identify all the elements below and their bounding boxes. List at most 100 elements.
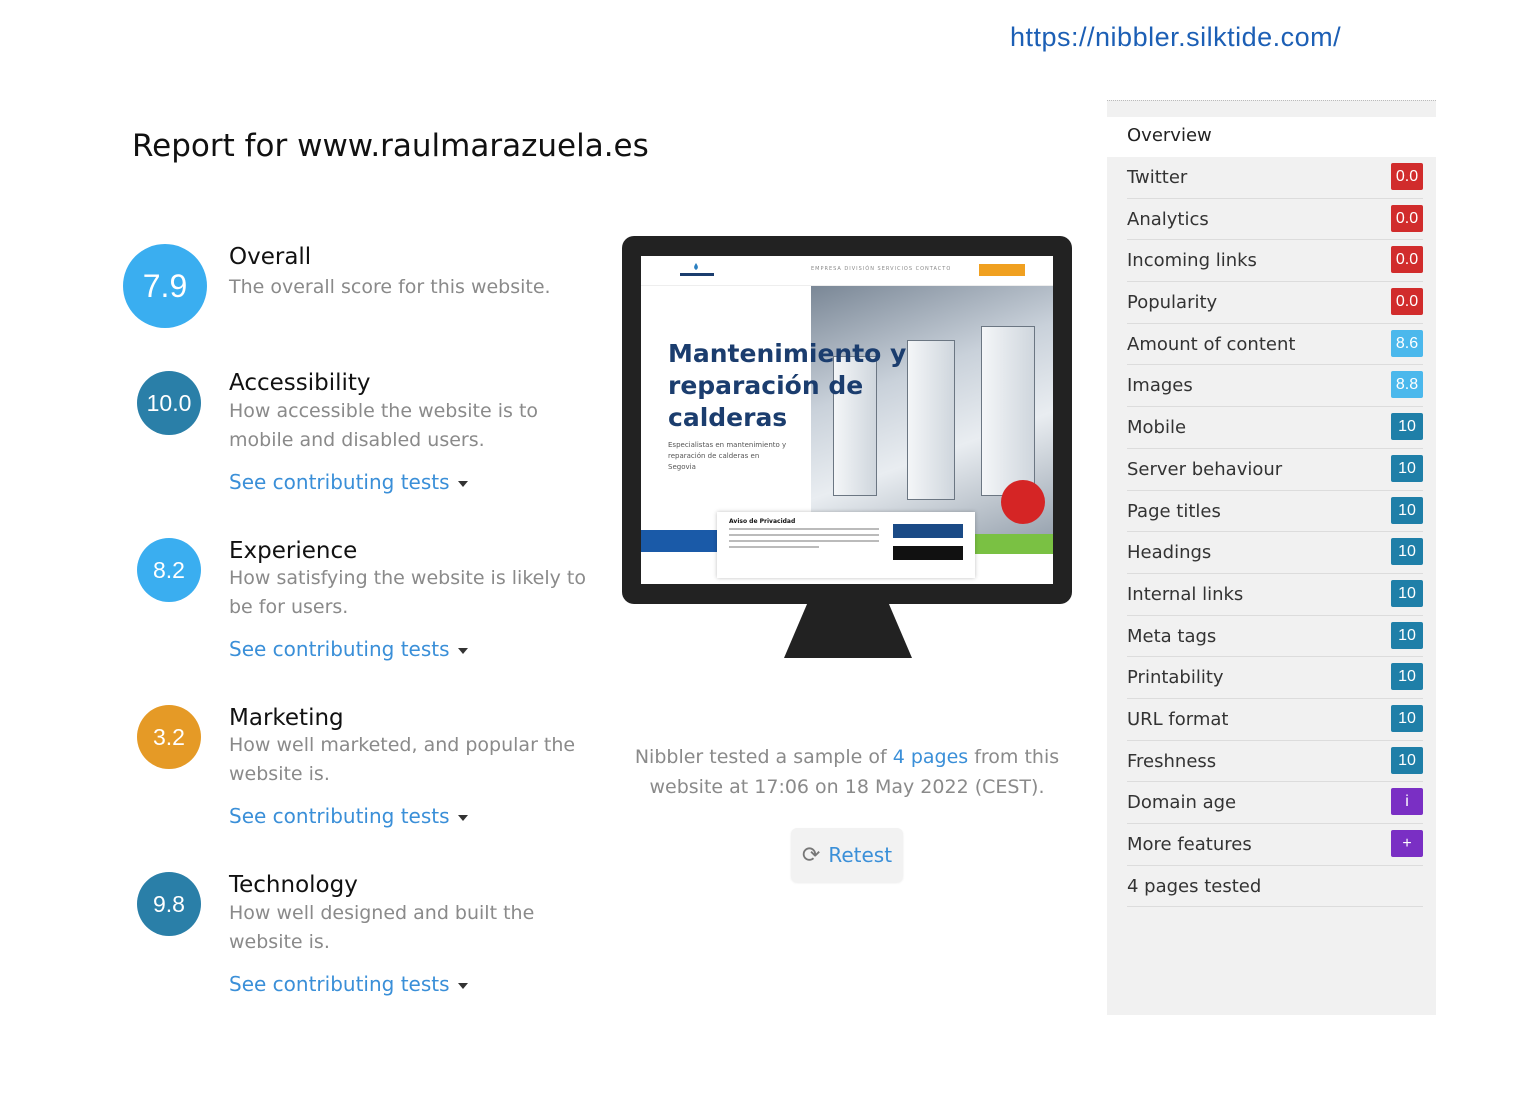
preview-cookie-accept	[893, 524, 963, 538]
caret-down-icon	[457, 647, 468, 654]
retest-label: Retest	[828, 843, 893, 867]
sidebar-item-page-titles[interactable]: Page titles 10	[1127, 491, 1423, 533]
marketing-title: Marketing	[229, 705, 344, 731]
technology-description: How well designed and built the website …	[229, 902, 535, 953]
preview-cookie-text	[729, 528, 879, 552]
sidebar-item-4-pages-tested[interactable]: 4 pages tested	[1127, 866, 1423, 908]
sidebar-item-more-features[interactable]: More features +	[1127, 824, 1423, 866]
technology-contributing-link[interactable]: See contributing tests	[229, 972, 468, 996]
sidebar-item-label: Images	[1127, 375, 1193, 397]
sidebar-item-label: Incoming links	[1127, 250, 1257, 272]
score-badge: 0.0	[1391, 204, 1423, 232]
preview-blue-band	[641, 530, 721, 552]
sidebar-item-internal-links[interactable]: Internal links 10	[1127, 574, 1423, 616]
score-badge: 10	[1391, 663, 1423, 691]
sidebar-item-incoming-links[interactable]: Incoming links 0.0	[1127, 240, 1423, 283]
technology-title: Technology	[229, 872, 358, 898]
nibbler-url-link[interactable]: https://nibbler.silktide.com/	[1010, 22, 1341, 53]
preview-cookie-title: Aviso de Privacidad	[729, 518, 796, 525]
experience-description: How satisfying the website is likely to …	[229, 567, 586, 618]
refresh-icon: ⟳	[801, 842, 821, 868]
caret-down-icon	[457, 982, 468, 989]
report-sidebar: Overview Twitter 0.0 Analytics 0.0 Incoming …	[1107, 100, 1436, 1015]
score-badge: 8.8	[1391, 371, 1423, 399]
sidebar-item-meta-tags[interactable]: Meta tags 10	[1127, 616, 1423, 658]
sidebar-item-twitter[interactable]: Twitter 0.0	[1127, 157, 1423, 199]
tested-sample-text: Nibbler tested a sample of 4 pages from …	[622, 742, 1072, 802]
preview-nav-links: EMPRESA DIVISIÓN SERVICIOS CONTACTO	[811, 266, 952, 272]
sidebar-list: Twitter 0.0 Analytics 0.0 Incoming links 0.0 P…	[1127, 157, 1423, 908]
score-badge: 10	[1391, 579, 1423, 607]
tested-prefix: Nibbler tested a sample of	[634, 746, 893, 768]
technology-contributing-label: See contributing tests	[229, 972, 450, 996]
overall-description: The overall score for this website.	[229, 276, 551, 298]
score-badge: 10	[1391, 538, 1423, 566]
score-badge: 10	[1391, 621, 1423, 649]
accessibility-description: How accessible the website is to mobile …	[229, 400, 539, 451]
score-experience: 8.2 Experience How satisfying the websit…	[120, 538, 590, 668]
sidebar-item-analytics[interactable]: Analytics 0.0	[1127, 199, 1423, 241]
caret-down-icon	[457, 814, 468, 821]
sidebar-item-printability[interactable]: Printability 10	[1127, 657, 1423, 699]
marketing-description: How well marketed, and popular the websi…	[229, 734, 576, 785]
sidebar-item-label: Mobile	[1127, 417, 1187, 439]
accessibility-contributing-label: See contributing tests	[229, 470, 450, 494]
accessibility-score-value: 10.0	[146, 389, 192, 416]
website-preview-monitor: EMPRESA DIVISIÓN SERVICIOS CONTACTO Mant…	[622, 236, 1072, 604]
sidebar-item-label: More features	[1127, 834, 1252, 855]
sidebar-item-label: Meta tags	[1127, 625, 1217, 647]
sidebar-item-label: 4 pages tested	[1127, 875, 1262, 897]
tested-pages-link[interactable]: 4 pages	[893, 746, 968, 768]
sidebar-item-amount-of-content[interactable]: Amount of content 8.6	[1127, 324, 1423, 366]
sidebar-item-overview[interactable]: Overview	[1107, 117, 1436, 157]
sidebar-item-label: Headings	[1127, 542, 1212, 564]
sidebar-item-server-behaviour[interactable]: Server behaviour 10	[1127, 449, 1423, 491]
sidebar-item-label: Domain age	[1127, 792, 1237, 814]
score-badge: 10	[1391, 746, 1423, 774]
sidebar-item-label: URL format	[1127, 708, 1229, 730]
overall-title: Overall	[229, 244, 312, 270]
experience-score-circle: 8.2	[137, 538, 201, 602]
sidebar-item-headings[interactable]: Headings 10	[1127, 532, 1423, 574]
sidebar-item-label: Amount of content	[1127, 333, 1296, 355]
score-badge: 0.0	[1391, 246, 1423, 274]
sidebar-item-label: Analytics	[1127, 208, 1209, 230]
score-badge: 10	[1391, 496, 1423, 524]
score-badge: 0.0	[1391, 288, 1423, 316]
sidebar-item-images[interactable]: Images 8.8	[1127, 365, 1423, 408]
score-badge: +	[1391, 830, 1423, 857]
sidebar-item-popularity[interactable]: Popularity 0.0	[1127, 282, 1423, 324]
score-badge: 10	[1391, 454, 1423, 482]
score-technology: 9.8 Technology How well designed and bui…	[120, 872, 590, 1002]
marketing-score-circle: 3.2	[137, 705, 201, 769]
marketing-contributing-link[interactable]: See contributing tests	[229, 804, 468, 828]
experience-title: Experience	[229, 538, 358, 564]
sidebar-item-mobile[interactable]: Mobile 10	[1127, 407, 1423, 449]
experience-contributing-link[interactable]: See contributing tests	[229, 637, 468, 661]
accessibility-contributing-link[interactable]: See contributing tests	[229, 470, 468, 494]
sidebar-item-url-format[interactable]: URL format 10	[1127, 699, 1423, 741]
accessibility-score-circle: 10.0	[137, 371, 201, 435]
sidebar-item-label: Twitter	[1127, 167, 1188, 188]
retest-button[interactable]: ⟳ Retest	[791, 828, 903, 882]
score-marketing: 3.2 Marketing How well marketed, and pop…	[120, 705, 590, 835]
score-badge: i	[1391, 788, 1423, 816]
experience-contributing-label: See contributing tests	[229, 637, 450, 661]
sidebar-item-freshness[interactable]: Freshness 10	[1127, 741, 1423, 783]
report-title: Report for www.raulmarazuela.es	[132, 128, 649, 164]
preview-site-nav: EMPRESA DIVISIÓN SERVICIOS CONTACTO	[641, 256, 1053, 286]
marketing-score-value: 3.2	[153, 723, 185, 750]
preview-logo-icon	[680, 263, 714, 276]
preview-cta-button	[979, 264, 1025, 276]
sidebar-item-domain-age[interactable]: Domain age i	[1127, 782, 1423, 824]
sidebar-item-label: Popularity	[1127, 292, 1218, 314]
score-badge: 8.6	[1391, 329, 1423, 357]
preview-green-band	[971, 534, 1053, 554]
marketing-contributing-label: See contributing tests	[229, 804, 450, 828]
score-badge: 10	[1391, 413, 1423, 441]
score-overall: 7.9 Overall The overall score for this w…	[120, 244, 590, 334]
technology-score-value: 9.8	[153, 890, 185, 917]
experience-score-value: 8.2	[153, 556, 185, 583]
preview-red-badge-icon	[1001, 480, 1045, 524]
score-badge: 0.0	[1391, 163, 1423, 190]
